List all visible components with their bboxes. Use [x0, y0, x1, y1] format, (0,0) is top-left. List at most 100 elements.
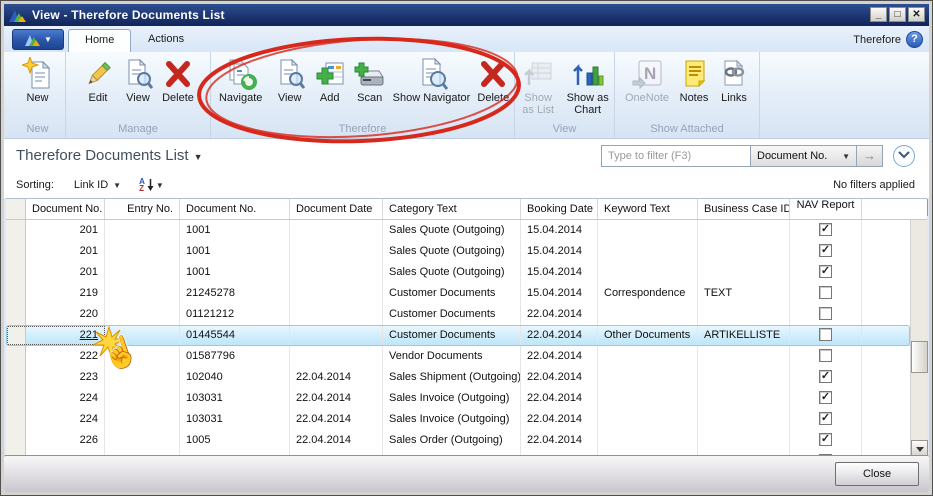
- delete-button[interactable]: Delete: [158, 55, 198, 104]
- header-cell[interactable]: Keyword Text: [598, 199, 698, 219]
- close-button[interactable]: Close: [835, 462, 919, 486]
- cell: [105, 346, 180, 367]
- header-cell[interactable]: Entry No.: [105, 199, 180, 219]
- table-row[interactable]: 2011001Sales Quote (Outgoing)15.04.2014✓: [6, 220, 910, 241]
- header-cell[interactable]: Business Case ID: [698, 199, 790, 219]
- application-menu-button[interactable]: ▼: [12, 29, 64, 50]
- cell: Correspondence: [598, 283, 698, 304]
- table-row[interactable]: 22001121212Customer Documents22.04.2014: [6, 304, 910, 325]
- apply-filter-button[interactable]: →: [857, 145, 883, 167]
- row-filler-cell: [862, 283, 910, 304]
- links-button[interactable]: Links: [714, 55, 754, 104]
- cell: ✓: [790, 262, 862, 283]
- ribbon-button-label: View: [121, 92, 155, 104]
- header-cell[interactable]: Category Text: [383, 199, 521, 219]
- red-x-icon: [161, 57, 195, 92]
- header-cell[interactable]: NAV Report: [790, 199, 862, 219]
- table-row[interactable]: 2011001Sales Quote (Outgoing)15.04.2014✓: [6, 262, 910, 283]
- title-bar: View - Therefore Documents List _ □ ✕: [4, 4, 929, 26]
- cell: 22.04.2014: [521, 325, 598, 346]
- ribbon-group-label: View: [515, 123, 614, 135]
- header-cell[interactable]: Booking Date: [521, 199, 598, 219]
- nav-report-checkbox[interactable]: ✓: [819, 370, 832, 383]
- cell: [105, 241, 180, 262]
- nav-report-checkbox[interactable]: ✓: [819, 433, 832, 446]
- table-row[interactable]: 226100522.04.2014Sales Order (Outgoing)2…: [6, 430, 910, 451]
- app-window: View - Therefore Documents List _ □ ✕ ▼ …: [0, 0, 933, 496]
- nav-report-checkbox[interactable]: [819, 349, 832, 362]
- therefore-delete-button[interactable]: Delete: [473, 55, 513, 104]
- nav-report-checkbox[interactable]: ✓: [819, 412, 832, 425]
- table-row[interactable]: 2011001Sales Quote (Outgoing)15.04.2014✓: [6, 241, 910, 262]
- cell: 22.04.2014: [290, 367, 383, 388]
- minimize-button[interactable]: _: [870, 7, 887, 22]
- filter-input[interactable]: Type to filter (F3): [601, 145, 751, 167]
- cell: [790, 304, 862, 325]
- tab-actions[interactable]: Actions: [132, 29, 200, 52]
- therefore-view-button[interactable]: View: [270, 55, 310, 104]
- row-marker: [6, 325, 26, 346]
- header-cell[interactable]: Document No.: [26, 199, 105, 219]
- cell: 201: [26, 220, 105, 241]
- table-row[interactable]: 22310204022.04.2014Sales Shipment (Outgo…: [6, 367, 910, 388]
- new-button[interactable]: New: [18, 55, 58, 104]
- onenote-icon: N: [623, 57, 671, 92]
- ribbon-button-label: Show Navigator: [393, 92, 471, 104]
- notes-button[interactable]: Notes: [674, 55, 714, 104]
- nav-report-checkbox[interactable]: ✓: [819, 223, 832, 236]
- nav-report-checkbox[interactable]: ✓: [819, 391, 832, 404]
- cell: [598, 409, 698, 430]
- table-row[interactable]: 22201587796Vendor Documents22.04.2014: [6, 346, 910, 367]
- sorting-field-dropdown[interactable]: Link ID▼: [74, 179, 121, 191]
- close-window-button[interactable]: ✕: [908, 7, 925, 22]
- navigate-button[interactable]: Navigate: [212, 55, 270, 104]
- sort-order-button[interactable]: AZ ▼: [139, 178, 164, 192]
- table-row[interactable]: 22101445544Customer Documents22.04.2014O…: [6, 325, 910, 346]
- header-cell[interactable]: Document Date: [290, 199, 383, 219]
- edit-button[interactable]: Edit: [78, 55, 118, 104]
- chevron-down-icon: ▼: [44, 35, 52, 44]
- links-icon: [717, 57, 751, 92]
- nav-report-checkbox[interactable]: [819, 328, 832, 341]
- scrollbar-thumb[interactable]: [911, 341, 928, 373]
- ribbon-group-therefore: Navigate View Add: [211, 52, 515, 138]
- filter-column-dropdown[interactable]: Document No.▼: [751, 145, 857, 167]
- add-button[interactable]: Add: [310, 55, 350, 104]
- collapse-chevron-button[interactable]: [893, 145, 915, 167]
- scan-button[interactable]: Scan: [350, 55, 390, 104]
- new-document-icon: [21, 57, 55, 92]
- nav-report-checkbox[interactable]: ✓: [819, 265, 832, 278]
- cell: [290, 283, 383, 304]
- show-as-list-button[interactable]: Show as List: [515, 55, 561, 116]
- table-row[interactable]: 22410303122.04.2014Sales Invoice (Outgoi…: [6, 388, 910, 409]
- row-marker: [6, 346, 26, 367]
- cell: [598, 346, 698, 367]
- nav-report-checkbox[interactable]: [819, 307, 832, 320]
- row-filler-cell: [862, 262, 910, 283]
- cell: ✓: [790, 430, 862, 451]
- notes-icon: [677, 57, 711, 92]
- view-button[interactable]: View: [118, 55, 158, 104]
- chevron-down-icon: ▼: [194, 152, 203, 162]
- cell: Sales Invoice (Outgoing): [383, 388, 521, 409]
- view-document-icon: [121, 57, 155, 92]
- cell: [598, 241, 698, 262]
- onenote-button[interactable]: N OneNote: [620, 55, 674, 104]
- header-cell[interactable]: Document No.: [180, 199, 290, 219]
- tab-actions-label: Actions: [148, 33, 184, 45]
- show-navigator-button[interactable]: Show Navigator: [390, 55, 474, 104]
- show-as-chart-button[interactable]: Show as Chart: [561, 55, 614, 116]
- vertical-scrollbar[interactable]: [910, 199, 927, 457]
- nav-report-checkbox[interactable]: [819, 286, 832, 299]
- nav-report-checkbox[interactable]: ✓: [819, 244, 832, 257]
- page-title[interactable]: Therefore Documents List▼: [16, 147, 203, 164]
- cell: 226: [26, 430, 105, 451]
- help-icon[interactable]: ?: [906, 31, 923, 48]
- table-row[interactable]: 22410303122.04.2014Sales Invoice (Outgoi…: [6, 409, 910, 430]
- cell: 1001: [180, 220, 290, 241]
- table-row[interactable]: 21921245278Customer Documents15.04.2014C…: [6, 283, 910, 304]
- tab-home[interactable]: Home: [68, 29, 131, 52]
- maximize-button[interactable]: □: [889, 7, 906, 22]
- cell: 22.04.2014: [521, 388, 598, 409]
- ribbon-button-label: Scan: [353, 92, 387, 104]
